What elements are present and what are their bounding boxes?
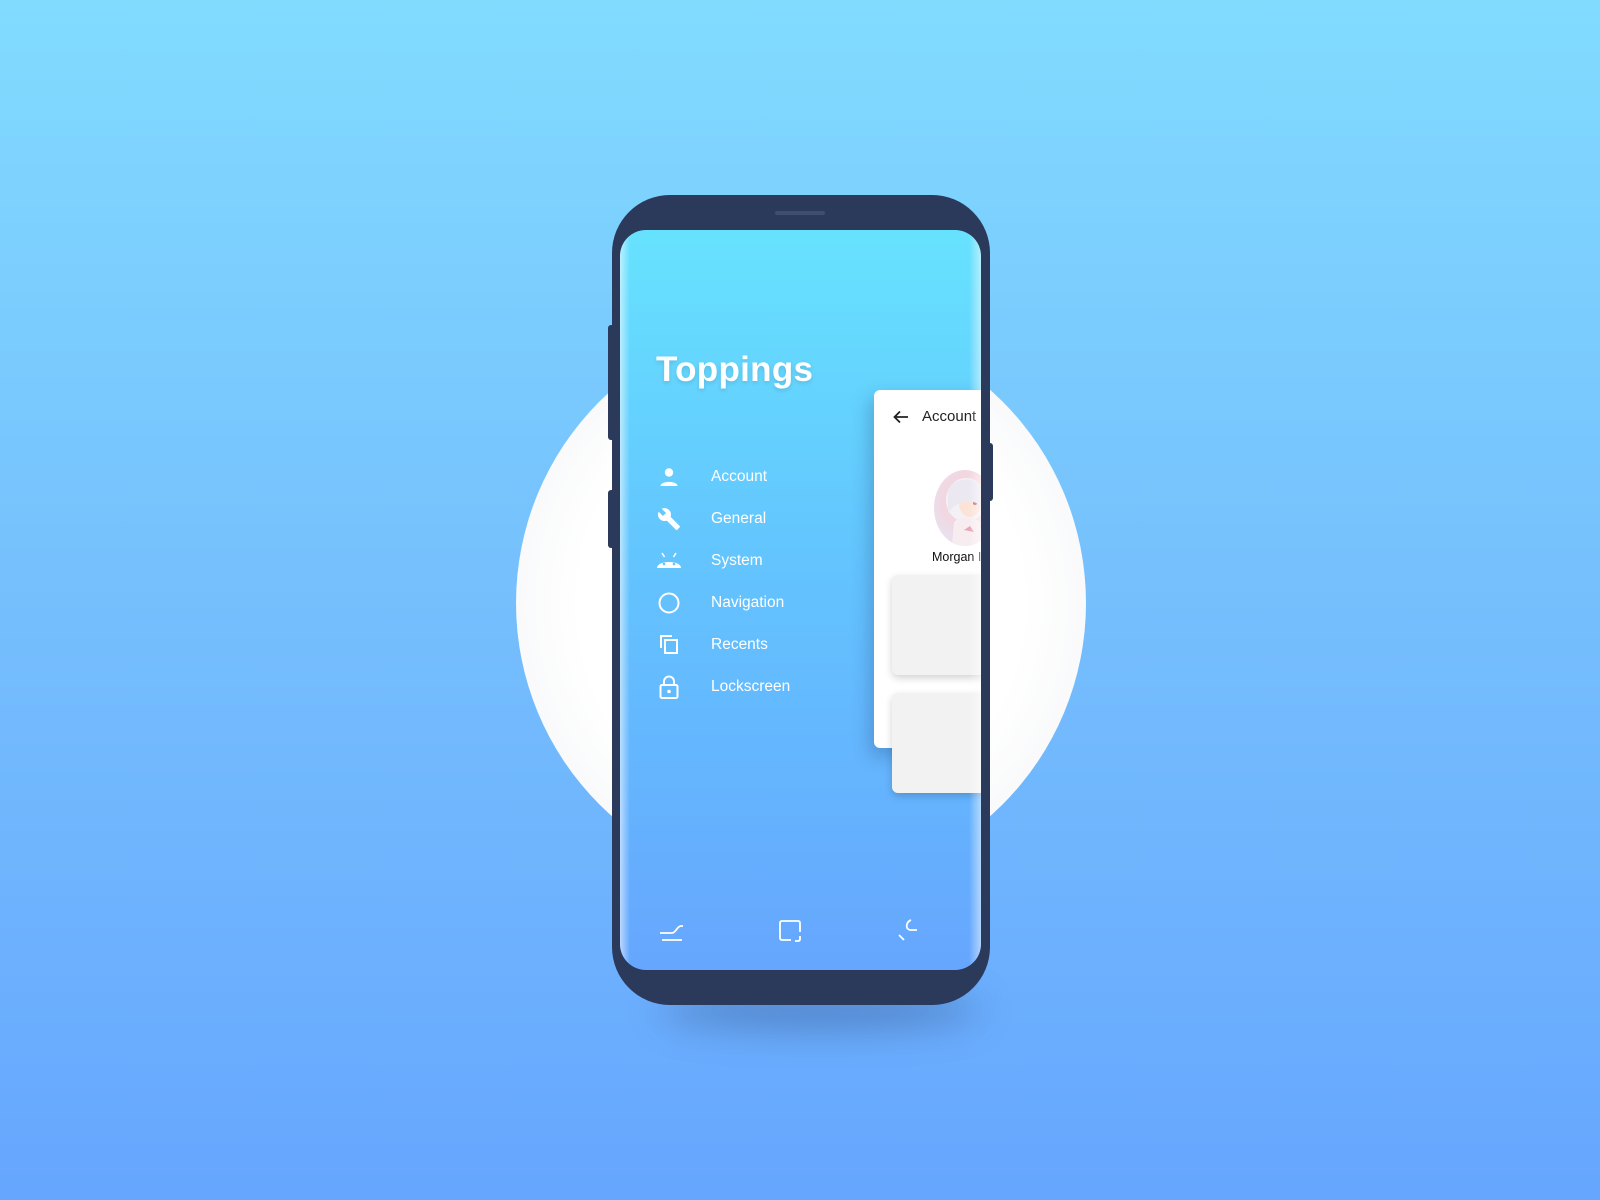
- menu-item-recents[interactable]: Recents: [656, 624, 826, 666]
- menu-label-account: Account: [711, 468, 768, 485]
- menu-label-general: General: [711, 510, 767, 527]
- navigation-bar: [620, 918, 981, 950]
- person-icon: [656, 464, 682, 490]
- panel-title: Account: [922, 408, 977, 425]
- avatar[interactable]: [934, 470, 981, 546]
- android-icon: [656, 548, 682, 574]
- side-button-left-lower: [608, 490, 616, 548]
- home-nav-icon[interactable]: [777, 918, 803, 949]
- user-name: Morgan I: [932, 550, 981, 564]
- speaker-grille: [775, 211, 825, 215]
- lock-icon: [656, 674, 682, 700]
- back-nav-icon[interactable]: [658, 918, 686, 949]
- wrench-icon: [656, 506, 682, 532]
- menu-label-lockscreen: Lockscreen: [711, 678, 791, 695]
- menu-label-system: System: [711, 552, 763, 569]
- menu-item-general[interactable]: General: [656, 498, 826, 540]
- app-title: Toppings: [656, 350, 814, 389]
- menu-item-navigation[interactable]: Navigation: [656, 582, 826, 624]
- menu-item-lockscreen[interactable]: Lockscreen: [656, 666, 826, 708]
- menu-item-account[interactable]: Account: [656, 456, 826, 498]
- menu-label-navigation: Navigation: [711, 594, 785, 611]
- account-card-2[interactable]: [892, 693, 981, 793]
- recents-icon: [656, 632, 682, 658]
- menu-item-system[interactable]: System: [656, 540, 826, 582]
- settings-menu: Account General System Navigation Recent…: [656, 456, 826, 708]
- recents-nav-icon[interactable]: [896, 918, 920, 949]
- side-button-left-upper: [608, 325, 616, 440]
- phone-screen: Toppings Account General System Navigati…: [620, 230, 981, 970]
- account-card-1[interactable]: [892, 575, 981, 675]
- circle-icon: [656, 590, 682, 616]
- back-arrow-icon[interactable]: [892, 408, 910, 431]
- side-button-right: [986, 443, 993, 501]
- menu-label-recents: Recents: [711, 636, 768, 653]
